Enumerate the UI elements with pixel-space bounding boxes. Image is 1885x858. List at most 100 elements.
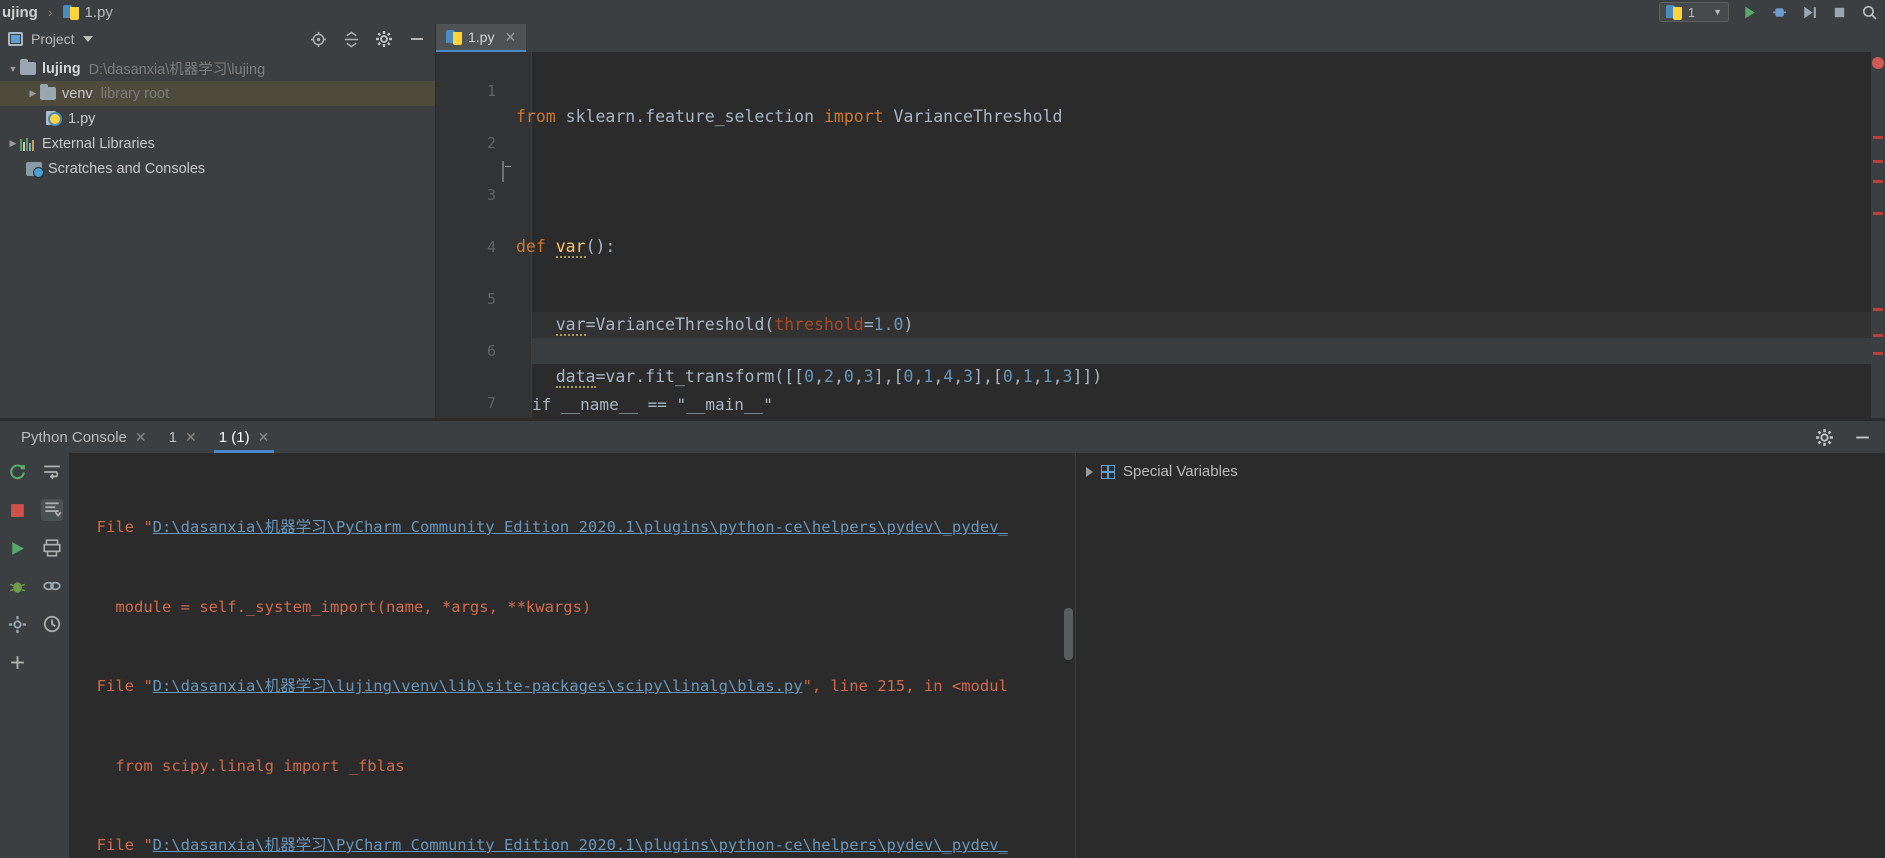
fold-collapse-icon[interactable] [502,159,504,185]
code-line-4[interactable]: 4 [436,208,1885,256]
caret-line-highlight [532,338,1885,364]
line-number: 5 [486,290,496,308]
tree-item-label: venv [62,85,93,102]
tree-item-external-libraries[interactable]: ▶ External Libraries [0,131,435,156]
console-scrollbar[interactable] [1064,608,1073,660]
code-line-6[interactable]: 6 data=var.fit_transform([[0,2,0,3],[0,1… [436,312,1885,388]
code-line-2[interactable]: 2 [436,104,1885,152]
console-tab-1[interactable]: 1 ✕ [158,421,208,453]
add-icon[interactable] [6,651,28,673]
run-configuration-selector[interactable]: 1 ▼ [1658,2,1729,22]
line-number: 2 [486,134,496,152]
stripe-error-mark[interactable] [1873,352,1883,355]
console-tab-label: 1 (1) [218,428,250,446]
code-line-5[interactable]: 5 var=VarianceThreshold(threshold=1.0) [436,260,1885,336]
tree-item-scratches[interactable]: Scratches and Consoles [0,156,435,181]
chevron-collapsed-icon[interactable]: ▶ [26,88,40,99]
print-icon[interactable] [41,537,63,559]
stop-icon[interactable] [6,499,28,521]
rerun-icon[interactable] [6,461,28,483]
tree-item-label: 1.py [68,110,96,127]
line-number: 6 [486,342,496,360]
console-tab-python-console[interactable]: Python Console ✕ [10,421,158,453]
code-content[interactable]: 1 from sklearn.feature_selection import … [436,52,1885,420]
settings-gear-icon[interactable] [374,29,394,49]
file-path-link[interactable]: D:\dasanxia\机器学习\PyCharm Community Editi… [153,518,1008,536]
top-toolbar-actions: 1 ▼ [1658,0,1879,24]
console-output[interactable]: File "D:\dasanxia\机器学习\PyCharm Community… [70,453,1075,858]
tree-item-1py[interactable]: 1.py [0,106,435,131]
console-output-line: File "D:\dasanxia\机器学习\PyCharm Community… [78,518,1008,536]
code-line-7[interactable]: 7 print(data) [436,364,1885,420]
project-tree[interactable]: ▼ lujing D:\dasanxia\机器学习\lujing ▶ venv … [0,54,435,181]
console-tab-label: 1 [168,428,177,446]
editor-tab-1py[interactable]: 1.py ✕ [436,24,527,52]
line-number: 4 [486,238,496,256]
file-line-suffix: ", line 215, in <modul [802,677,1008,695]
run-config-python-icon [1665,4,1682,20]
stripe-error-mark[interactable] [1873,334,1883,337]
special-variables-label: Special Variables [1123,463,1238,480]
stripe-error-mark[interactable] [1873,180,1883,183]
stripe-error-mark[interactable] [1873,136,1883,139]
tree-item-detail: library root [100,85,170,102]
tree-item-label: Scratches and Consoles [48,160,206,177]
tree-item-label: External Libraries [42,135,155,152]
link-icon[interactable] [41,575,63,597]
stripe-error-mark[interactable] [1873,308,1883,311]
debug-icon[interactable] [6,575,28,597]
collapse-all-icon[interactable] [341,29,361,49]
special-variables-header[interactable]: Special Variables [1076,453,1885,490]
settings-icon[interactable] [6,613,28,635]
special-variables-pane: Special Variables [1075,453,1885,858]
execute-icon[interactable] [6,537,28,559]
line-number: 1 [486,82,496,100]
line-text: def var(): [516,237,616,258]
debug-icon[interactable] [1769,2,1789,22]
project-panel-header: Project [0,24,435,54]
stripe-error-mark[interactable] [1873,160,1883,163]
history-icon[interactable] [41,613,63,635]
close-icon[interactable]: ✕ [185,429,197,446]
search-icon[interactable] [1859,2,1879,22]
locate-icon[interactable] [308,29,328,49]
coverage-icon[interactable] [1799,2,1819,22]
error-stripe[interactable] [1871,52,1885,420]
soft-wrap-icon[interactable] [41,461,63,483]
console-body: File "D:\dasanxia\机器学习\PyCharm Community… [0,453,1885,858]
folder-icon [40,84,56,100]
stop-icon[interactable] [1829,2,1849,22]
error-count-badge[interactable] [1872,57,1884,69]
run-icon[interactable] [1739,2,1759,22]
tree-item-lujing[interactable]: ▼ lujing D:\dasanxia\机器学习\lujing [0,56,435,81]
chevron-expanded-icon[interactable]: ▼ [6,64,20,74]
code-line-3[interactable]: 3 def var(): [436,156,1885,258]
stripe-error-mark[interactable] [1873,212,1883,215]
tree-item-venv[interactable]: ▶ venv library root [0,81,435,106]
close-icon[interactable]: ✕ [135,429,147,446]
variables-grid-icon [1101,464,1115,479]
close-icon[interactable]: ✕ [504,29,516,46]
settings-gear-icon[interactable] [1813,426,1835,448]
chevron-collapsed-icon[interactable]: ▶ [6,138,20,149]
tree-item-detail: D:\dasanxia\机器学习\lujing [88,62,266,78]
file-path-link[interactable]: D:\dasanxia\机器学习\lujing\venv\lib\site-pa… [153,677,803,695]
chevron-down-icon[interactable] [82,36,93,42]
code-editor[interactable]: 1 from sklearn.feature_selection import … [436,52,1885,420]
breadcrumb[interactable]: ujing › 1.py [0,4,113,21]
console-tab-1-1[interactable]: 1 (1) ✕ [208,421,281,453]
libraries-icon [20,137,36,151]
minimize-icon[interactable] [1851,426,1873,448]
tree-item-label: lujing [42,60,81,77]
console-tab-label: Python Console [21,428,127,446]
run-config-label: 1 [1687,4,1696,20]
breadcrumb-file[interactable]: 1.py [85,4,113,21]
breadcrumb-project[interactable]: ujing [2,4,38,21]
hide-panel-icon[interactable] [407,29,427,49]
chevron-down-icon[interactable]: ▼ [1713,7,1722,17]
chevron-right-icon[interactable] [1086,466,1093,477]
scroll-to-end-icon[interactable] [40,499,63,521]
close-icon[interactable]: ✕ [258,429,270,446]
file-path-link[interactable]: D:\dasanxia\机器学习\PyCharm Community Editi… [153,836,1008,854]
code-line-1[interactable]: 1 from sklearn.feature_selection import … [436,52,1885,126]
